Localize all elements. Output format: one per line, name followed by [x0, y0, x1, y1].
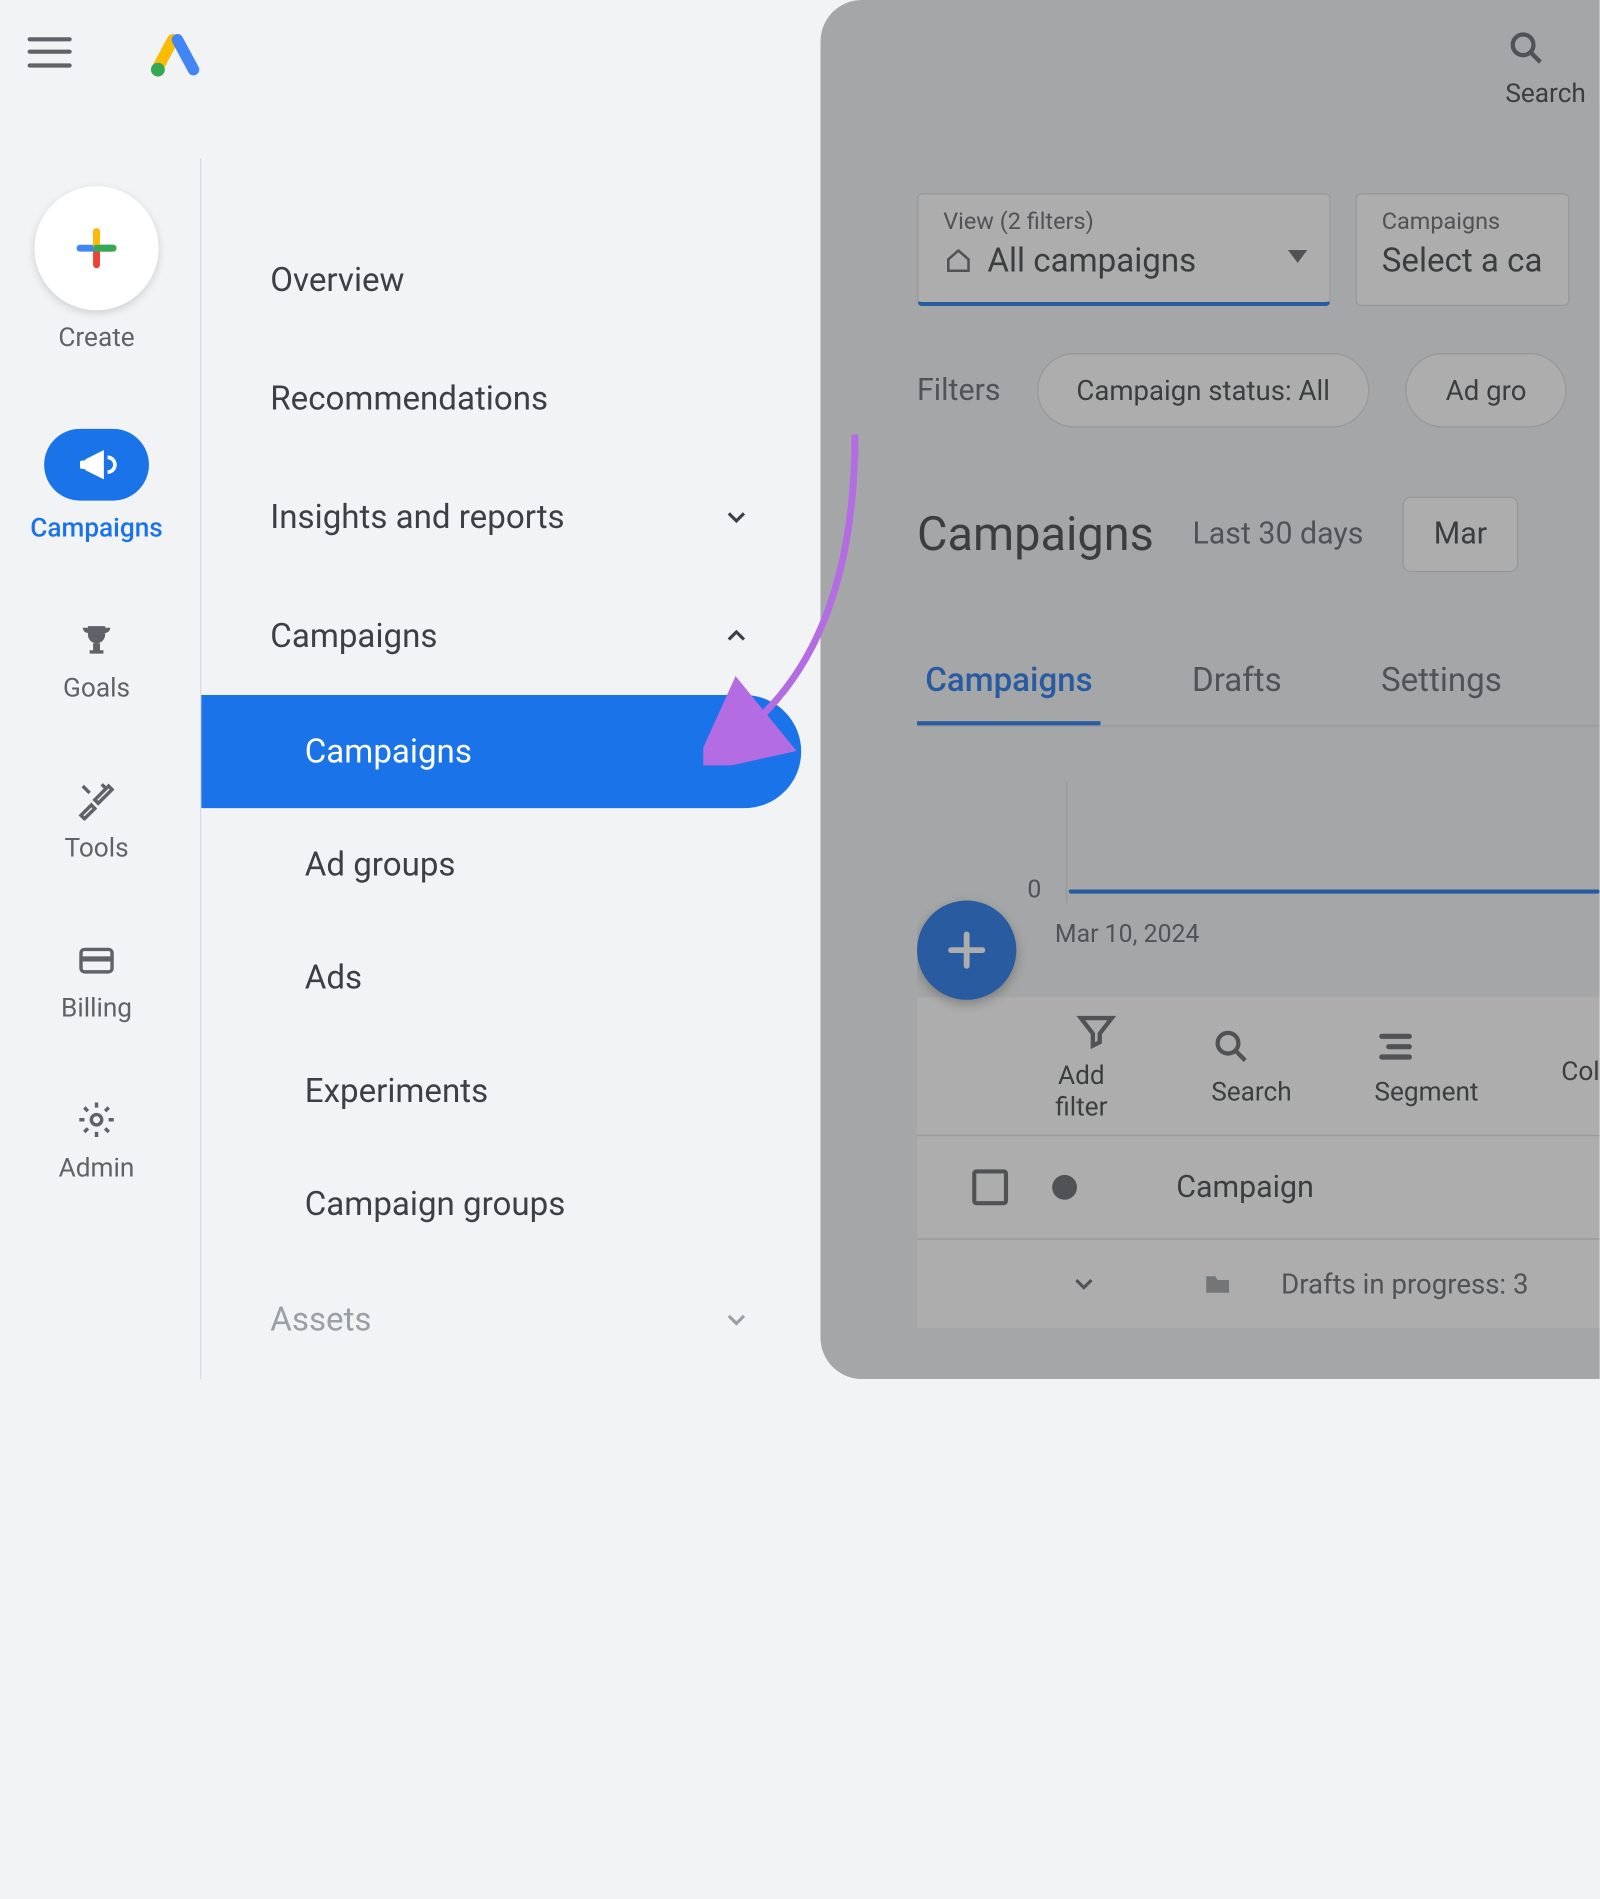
nav-insights[interactable]: Insights and reports [201, 458, 820, 577]
select-all-checkbox[interactable] [972, 1169, 1008, 1205]
filters-label: Filters [917, 373, 1000, 407]
folder-icon [1198, 1269, 1237, 1299]
home-icon [943, 245, 973, 275]
campaign-select-dropdown[interactable]: Campaigns Select a ca [1356, 193, 1569, 306]
filter-icon [1076, 1009, 1117, 1050]
left-rail: Create Campaigns Goals Tools Billing Adm… [0, 159, 193, 1379]
goals-nav[interactable]: Goals [63, 619, 130, 703]
admin-nav[interactable]: Admin [59, 1099, 135, 1183]
col-campaign: Campaign [1176, 1170, 1314, 1204]
admin-nav-label: Admin [59, 1151, 135, 1183]
billing-nav[interactable]: Billing [61, 939, 132, 1023]
billing-nav-label: Billing [61, 992, 132, 1024]
chevron-down-icon [721, 1305, 751, 1335]
search-label: Search [1505, 77, 1585, 109]
view-filter-dropdown[interactable]: View (2 filters) All campaigns [917, 193, 1331, 306]
campaign-sel-value: Select a ca [1382, 241, 1543, 280]
search-icon [1505, 28, 1546, 69]
goals-nav-label: Goals [63, 672, 130, 704]
nav-assets[interactable]: Assets [201, 1260, 820, 1379]
card-icon [76, 939, 117, 980]
tools-nav-label: Tools [64, 832, 128, 864]
campaign-sel-label: Campaigns [1382, 208, 1543, 236]
view-filter-value: All campaigns [987, 241, 1196, 280]
status-dot-icon [1052, 1175, 1077, 1200]
nav-experiments-sub[interactable]: Experiments [201, 1034, 820, 1147]
menu-icon[interactable] [28, 37, 72, 67]
tools-nav[interactable]: Tools [64, 779, 128, 863]
plus-icon [943, 927, 990, 974]
trophy-icon [76, 619, 117, 660]
chevron-down-icon [721, 502, 751, 532]
nav-overview[interactable]: Overview [201, 221, 820, 340]
chart-line [1069, 889, 1600, 893]
search-icon [1211, 1025, 1252, 1066]
segment-icon [1374, 1025, 1415, 1066]
toolbar-search-button[interactable]: Search [1211, 1025, 1291, 1106]
search-button[interactable]: Search [1505, 28, 1585, 109]
nav-campaigngroups-sub[interactable]: Campaign groups [201, 1147, 820, 1260]
tools-icon [76, 779, 117, 820]
chevron-down-icon [1069, 1269, 1099, 1299]
filter-adgroup-pill[interactable]: Ad gro [1406, 353, 1567, 427]
chart-x-date: Mar 10, 2024 [1055, 920, 1199, 949]
nav-campaigns-parent[interactable]: Campaigns [201, 576, 820, 695]
drafts-row[interactable]: Drafts in progress: 3 [917, 1238, 1600, 1328]
filter-status-pill[interactable]: Campaign status: All [1036, 353, 1370, 427]
add-campaign-fab[interactable] [917, 900, 1016, 999]
create-button[interactable]: Create [34, 186, 158, 353]
campaigns-nav-label: Campaigns [30, 512, 163, 544]
chevron-up-icon [721, 621, 751, 651]
chart-gridline [1066, 782, 1067, 903]
campaigns-nav[interactable]: Campaigns [30, 429, 163, 543]
nav-recommendations[interactable]: Recommendations [201, 339, 820, 458]
drafts-label: Drafts in progress: 3 [1281, 1267, 1528, 1300]
date-range-label: Last 30 days [1192, 517, 1363, 551]
nav-campaigns-sub[interactable]: Campaigns [201, 695, 801, 808]
table-toolbar: Add filter Search Segment Col [917, 997, 1600, 1135]
page-title: Campaigns [917, 507, 1154, 562]
tabs: Campaigns Drafts Settings [917, 641, 1600, 726]
nav-adgroups-sub[interactable]: Ad groups [201, 808, 820, 921]
gear-icon [76, 1099, 117, 1140]
create-label: Create [58, 321, 134, 353]
add-filter-button[interactable]: Add filter [1076, 1009, 1129, 1122]
columns-button[interactable]: Col [1561, 1046, 1599, 1086]
segment-button[interactable]: Segment [1374, 1025, 1478, 1106]
chart-y-zero: 0 [1027, 876, 1041, 905]
tab-campaigns[interactable]: Campaigns [917, 641, 1101, 725]
nav-ads-sub[interactable]: Ads [201, 921, 820, 1034]
date-range-picker[interactable]: Mar [1402, 496, 1519, 572]
view-filter-label: View (2 filters) [943, 208, 1304, 236]
tab-drafts[interactable]: Drafts [1184, 641, 1290, 725]
dropdown-caret-icon [1288, 250, 1307, 264]
google-ads-logo-icon[interactable] [148, 24, 203, 79]
tab-settings[interactable]: Settings [1373, 641, 1510, 725]
table-header-row: Campaign [917, 1135, 1600, 1238]
secondary-nav: Overview Recommendations Insights and re… [200, 159, 821, 1379]
chart: 0 Mar 10, 2024 [917, 782, 1600, 947]
megaphone-icon [74, 443, 118, 487]
main-content: Search View (2 filters) All campaigns Ca… [917, 0, 1600, 1379]
